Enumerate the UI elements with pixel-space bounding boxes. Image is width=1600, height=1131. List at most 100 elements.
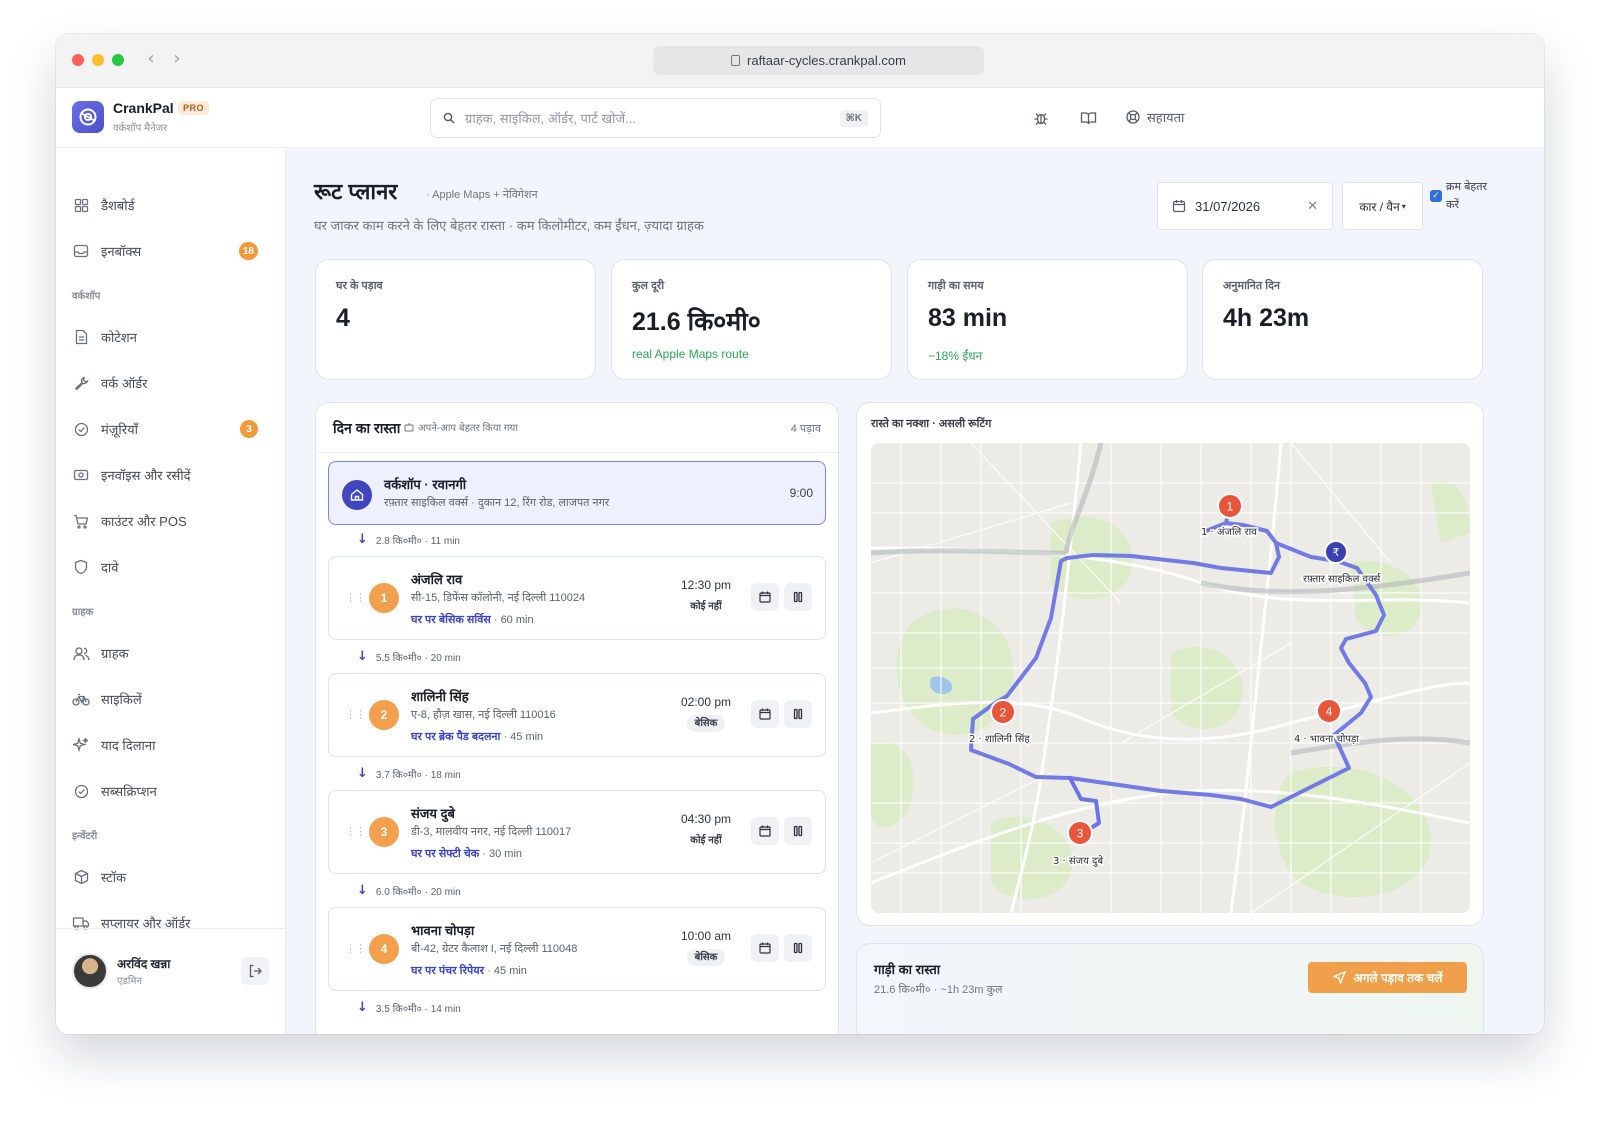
stop-address: बी-42, ग्रेटर कैलाश I, नई दिल्ली 110048 — [411, 943, 578, 955]
stop-service: घर पर पंचर रिपेयर · 45 min — [411, 963, 527, 978]
drag-handle-icon[interactable]: ⋮⋮ — [345, 942, 366, 955]
sidebar-item-pos[interactable]: काउंटर और POS — [72, 506, 272, 536]
forward-icon[interactable]: › — [167, 48, 187, 69]
sidebar-item-stock[interactable]: स्टॉक — [72, 862, 272, 892]
back-icon[interactable]: ‹ — [141, 48, 161, 69]
sidebar-item-label: इनबॉक्स — [101, 244, 142, 259]
minimize-window-button[interactable] — [92, 54, 104, 66]
pause-button[interactable] — [784, 934, 812, 962]
logout-button[interactable] — [241, 957, 269, 985]
stat-label: घर के पड़ाव — [336, 280, 383, 292]
user-profile: अरविंद खन्ना एडमिन — [56, 928, 286, 1034]
date-picker[interactable]: 31/07/2026 ✕ — [1157, 182, 1333, 230]
crankpal-logo-icon[interactable] — [72, 101, 104, 133]
stop-time: 12:30 pm — [680, 578, 732, 592]
optimize-checkbox[interactable]: ✓ — [1430, 190, 1442, 202]
stop-count: 4 पड़ाव — [790, 423, 821, 435]
schedule-button[interactable] — [751, 583, 779, 611]
stop-customer-name: शालिनी सिंह — [411, 689, 469, 704]
sidebar-section-customers: ग्राहक — [72, 607, 94, 618]
pause-button[interactable] — [784, 700, 812, 728]
pause-icon — [793, 942, 803, 954]
sidebar-item-label: स्टॉक — [101, 870, 126, 885]
pause-button[interactable] — [784, 583, 812, 611]
sidebar-item-approvals[interactable]: मंज़ूरियाँ 3 — [72, 414, 272, 444]
help-button[interactable]: सहायता — [1126, 108, 1184, 126]
stop-card[interactable]: ⋮⋮ 3 संजय दुबे डी-3, मालवीय नगर, नई दिल्… — [328, 790, 826, 874]
pause-button[interactable] — [784, 817, 812, 845]
stop-card[interactable]: ⋮⋮ 4 भावना चोपड़ा बी-42, ग्रेटर कैलाश I,… — [328, 907, 826, 991]
leg-info: 6.0 कि०मी० · 20 min — [375, 886, 461, 898]
schedule-button[interactable] — [751, 817, 779, 845]
sidebar-item-label: डैशबोर्ड — [101, 198, 135, 213]
map-pin-depot[interactable]: ₹ — [1324, 540, 1348, 564]
zoom-window-button[interactable] — [112, 54, 124, 66]
global-search-input[interactable]: ग्राहक, साइकिल, ऑर्डर, पार्ट खोजें... ⌘K — [430, 98, 881, 138]
route-leg: ↓ 3.7 कि०मी० · 18 min — [357, 766, 461, 781]
logout-icon — [249, 964, 262, 978]
stat-card-estimated-day: अनुमानित दिन 4h 23m — [1202, 259, 1483, 380]
stop-card[interactable]: ⋮⋮ 1 अंजलि राव सी-15, डिफेंस कॉलोनी, नई … — [328, 556, 826, 640]
sidebar-item-customers[interactable]: ग्राहक — [72, 638, 272, 668]
sidebar-item-label: मंज़ूरियाँ — [101, 422, 139, 437]
service-name[interactable]: घर पर बेसिक सर्विस — [411, 614, 491, 626]
stat-value: 4h 23m — [1223, 304, 1310, 332]
service-name[interactable]: घर पर पंचर रिपेयर — [411, 965, 484, 977]
address-bar[interactable]: raftaar-cycles.crankpal.com — [653, 46, 984, 75]
sidebar-item-subscriptions[interactable]: सब्सक्रिप्शन — [72, 776, 272, 806]
sidebar-item-reminders[interactable]: याद दिलाना — [72, 730, 272, 760]
route-leg: ↓ 6.0 कि०मी० · 20 min — [357, 883, 461, 898]
box-icon — [72, 868, 90, 886]
drag-handle-icon[interactable]: ⋮⋮ — [345, 825, 366, 838]
close-window-button[interactable] — [72, 54, 84, 66]
sidebar-item-inbox[interactable]: इनबॉक्स 18 — [72, 236, 272, 266]
stop-number: 1 — [369, 583, 399, 613]
optimize-order-toggle[interactable]: ✓ क्रम बेहतर करें — [1430, 178, 1490, 214]
page-description: घर जाकर काम करने के लिए बेहतर रास्ता · क… — [314, 218, 704, 233]
service-name[interactable]: घर पर सेफ्टी चेक — [411, 848, 479, 860]
drag-handle-icon[interactable]: ⋮⋮ — [345, 708, 366, 721]
sidebar-item-label: इनवॉइस और रसीदें — [101, 468, 191, 483]
brand-subtitle: वर्कशॉप मैनेजर — [113, 123, 168, 134]
schedule-button[interactable] — [751, 700, 779, 728]
map-pin-4[interactable]: 4 — [1316, 698, 1342, 724]
bicycle-icon — [72, 690, 90, 708]
map-pin-1[interactable]: 1 — [1217, 493, 1243, 519]
day-route-panel: दिन का रास्ता अपने-आप बेहतर किया गया 4 प… — [315, 402, 839, 1034]
service-name[interactable]: घर पर ब्रेक पैड बदलना — [411, 731, 500, 743]
sidebar-item-dashboard[interactable]: डैशबोर्ड — [72, 190, 272, 220]
auto-optimized-tag: अपने-आप बेहतर किया गया — [404, 420, 518, 434]
sidebar-item-claims[interactable]: दावे — [72, 552, 272, 582]
plan-badge: बेसिक — [686, 949, 726, 966]
depot-card[interactable]: वर्कशॉप · रवानगी रफ़्तार साइकिल वर्क्स ·… — [328, 461, 826, 525]
sidebar-item-invoices[interactable]: इनवॉइस और रसीदें — [72, 460, 272, 490]
map-pin-2[interactable]: 2 — [990, 699, 1016, 725]
url-text: raftaar-cycles.crankpal.com — [747, 53, 906, 68]
stop-card[interactable]: ⋮⋮ 2 शालिनी सिंह ए-8, हौज़ खास, नई दिल्ल… — [328, 673, 826, 757]
svg-text:1: 1 — [1227, 500, 1234, 514]
auto-optimized-label: अपने-आप बेहतर किया गया — [418, 423, 518, 434]
clear-date-icon[interactable]: ✕ — [1307, 199, 1318, 214]
stat-card-stops: घर के पड़ाव 4 — [315, 259, 596, 380]
navigate-next-stop-button[interactable]: अगले पड़ाव तक चलें — [1308, 962, 1467, 993]
map-pin-3[interactable]: 3 — [1067, 820, 1093, 846]
avatar[interactable] — [72, 953, 108, 989]
navigation-arrow-icon — [1332, 971, 1346, 984]
book-icon[interactable] — [1080, 110, 1097, 131]
route-map[interactable]: 1 2 3 4 ₹ 1 · अंजलि राव 2 · शालिनी सिंह … — [871, 443, 1470, 913]
sidebar-item-quotes[interactable]: कोटेशन — [72, 322, 272, 352]
drag-handle-icon[interactable]: ⋮⋮ — [345, 591, 366, 604]
vehicle-value: कार / वैन — [1359, 199, 1400, 214]
schedule-button[interactable] — [751, 934, 779, 962]
sidebar-item-bicycles[interactable]: साइकिलें — [72, 684, 272, 714]
svg-text:2: 2 — [1000, 706, 1007, 720]
bug-icon[interactable] — [1033, 110, 1049, 131]
vehicle-select[interactable]: कार / वैन ▾ — [1342, 182, 1423, 230]
stop-address: सी-15, डिफेंस कॉलोनी, नई दिल्ली 110024 — [411, 592, 586, 604]
depot-time: 9:00 — [789, 486, 813, 500]
calendar-icon — [1172, 200, 1186, 213]
sidebar-item-work-orders[interactable]: वर्क ऑर्डर — [72, 368, 272, 398]
calendar-icon — [759, 825, 771, 837]
grid-icon — [72, 196, 90, 214]
stop-service: घर पर बेसिक सर्विस · 60 min — [411, 612, 534, 627]
